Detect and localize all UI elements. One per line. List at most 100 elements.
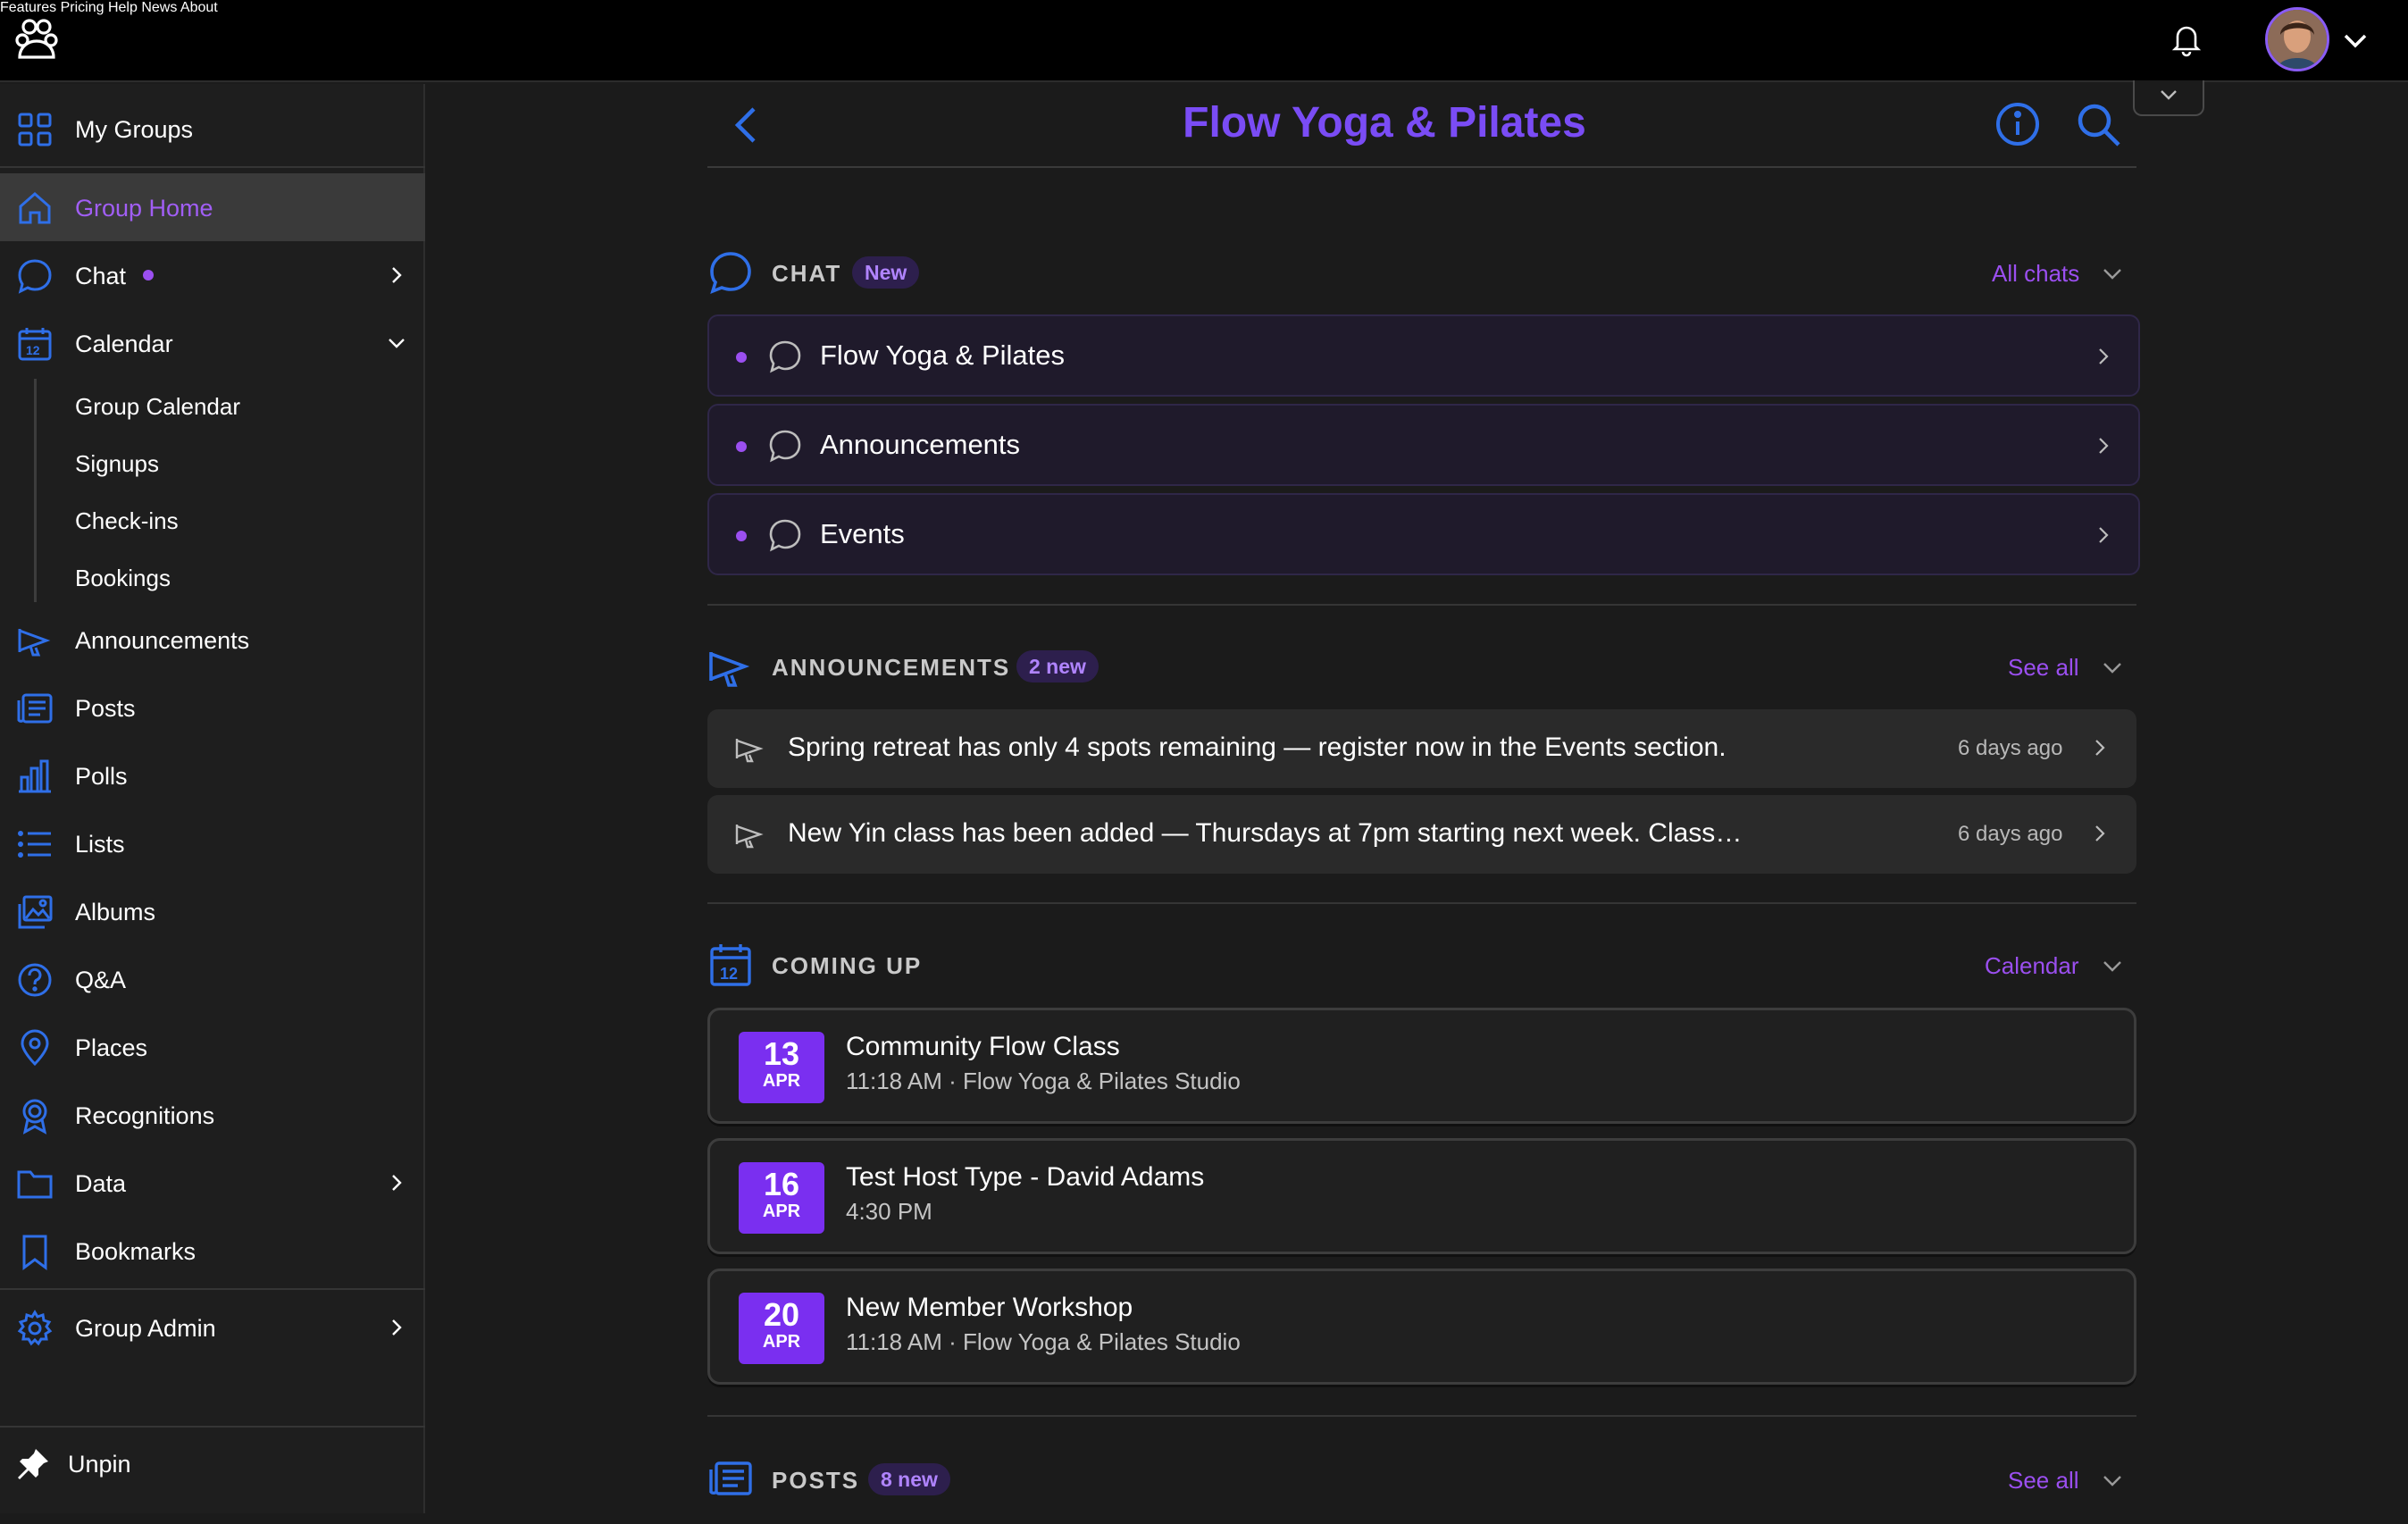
grid-icon <box>16 111 54 148</box>
section-title: POSTS <box>772 1467 860 1494</box>
nav-features-link[interactable]: Features <box>0 0 56 15</box>
announcement-time: 6 days ago <box>1958 822 2063 846</box>
sidebar-item-label: Data <box>75 1170 127 1197</box>
chat-item[interactable]: Events <box>707 493 2140 575</box>
nav-news-link[interactable]: News <box>141 0 177 15</box>
event-title: Test Host Type - David Adams <box>846 1162 1205 1192</box>
announcements-section-header: ANNOUNCEMENTS 2 new See all <box>707 640 2136 693</box>
section-title: COMING UP <box>772 952 923 979</box>
chevron-right-icon <box>386 1317 407 1338</box>
sidebar-item-group-admin[interactable]: Group Admin <box>0 1294 425 1361</box>
event-subtitle: 11:18 AM · Flow Yoga & Pilates Studio <box>846 1328 1241 1355</box>
sidebar-item-label: Calendar <box>75 331 173 357</box>
sidebar-item-bookmarks[interactable]: Bookmarks <box>0 1217 425 1285</box>
gear-icon <box>16 1310 54 1347</box>
section-title: ANNOUNCEMENTS <box>772 654 1011 681</box>
sidebar-divider <box>0 166 425 168</box>
info-icon[interactable] <box>1994 100 2042 148</box>
megaphone-icon <box>707 643 754 690</box>
chevron-down-icon[interactable] <box>2101 1470 2124 1490</box>
event-card[interactable]: 13 APR Community Flow Class 11:18 AM · F… <box>707 1008 2136 1124</box>
nav-pricing-link[interactable]: Pricing <box>61 0 105 15</box>
collapse-header-button[interactable] <box>2133 80 2204 116</box>
chat-bubble-icon <box>768 429 802 463</box>
unpin-button[interactable]: Unpin <box>0 1429 425 1497</box>
event-title: Community Flow Class <box>846 1032 1120 1061</box>
sidebar-item-label: Recognitions <box>75 1102 215 1129</box>
chevron-right-icon <box>2090 824 2110 843</box>
event-date-badge: 16 APR <box>739 1162 824 1234</box>
pin-icon <box>14 1445 52 1483</box>
sidebar-subitem-check-ins[interactable]: Check-ins <box>75 507 179 535</box>
chevron-down-icon[interactable] <box>2101 657 2124 677</box>
event-subtitle: 11:18 AM · Flow Yoga & Pilates Studio <box>846 1068 1241 1094</box>
sidebar-item-label: Albums <box>75 899 156 925</box>
sidebar-item-calendar[interactable]: 12 Calendar <box>0 309 425 377</box>
chevron-right-icon <box>386 264 407 286</box>
chevron-right-icon <box>2090 738 2110 758</box>
event-card[interactable]: 16 APR Test Host Type - David Adams 4:30… <box>707 1138 2136 1254</box>
see-all-posts-link[interactable]: See all <box>2008 1467 2079 1495</box>
chevron-down-icon[interactable] <box>2340 27 2370 54</box>
bar-chart-icon <box>16 758 54 795</box>
announcement-text: New Yin class has been added — Thursdays… <box>788 818 1743 848</box>
sidebar-item-label: Unpin <box>68 1451 131 1478</box>
announcement-item[interactable]: Spring retreat has only 4 spots remainin… <box>707 709 2136 788</box>
app-logo-icon[interactable] <box>13 16 61 64</box>
calendar-icon: 12 <box>707 942 754 988</box>
sidebar-item-places[interactable]: Places <box>0 1013 425 1081</box>
event-date-badge: 20 APR <box>739 1293 824 1364</box>
event-card[interactable]: 20 APR New Member Workshop 11:18 AM · Fl… <box>707 1269 2136 1385</box>
nav-help-link[interactable]: Help <box>108 0 138 15</box>
new-count-badge: 8 new <box>868 1463 950 1495</box>
sidebar-item-qa[interactable]: Q&A <box>0 945 425 1013</box>
sidebar-item-group-home[interactable]: Group Home <box>0 173 425 241</box>
chat-section-header: CHAT New All chats <box>707 246 2136 299</box>
chevron-right-icon <box>2094 436 2113 456</box>
nav-about-link[interactable]: About <box>180 0 218 15</box>
sidebar-item-polls[interactable]: Polls <box>0 741 425 809</box>
sidebar-item-chat[interactable]: Chat <box>0 241 425 309</box>
sidebar-item-label: My Groups <box>75 116 194 143</box>
sidebar-item-lists[interactable]: Lists <box>0 809 425 877</box>
bell-icon[interactable] <box>2167 20 2206 59</box>
event-date-badge: 13 APR <box>739 1032 824 1103</box>
sidebar-item-albums[interactable]: Albums <box>0 877 425 945</box>
event-day: 20 <box>763 1296 800 1333</box>
announcement-item[interactable]: New Yin class has been added — Thursdays… <box>707 795 2136 874</box>
avatar[interactable] <box>2265 7 2329 71</box>
sidebar-item-announcements[interactable]: Announcements <box>0 606 425 674</box>
top-bar: Features Pricing Help News About <box>0 0 2408 82</box>
sidebar-item-posts[interactable]: Posts <box>0 674 425 741</box>
sidebar-item-data[interactable]: Data <box>0 1149 425 1217</box>
section-title: CHAT <box>772 260 842 287</box>
chat-name: Flow Yoga & Pilates <box>820 339 1066 371</box>
sidebar-item-recognitions[interactable]: Recognitions <box>0 1081 425 1149</box>
back-button[interactable] <box>729 104 765 147</box>
sidebar-item-label: Group Admin <box>75 1315 216 1342</box>
event-day: 16 <box>763 1166 800 1202</box>
chevron-right-icon <box>2094 525 2113 545</box>
calendar-link[interactable]: Calendar <box>1985 952 2079 980</box>
new-count-badge: 2 new <box>1016 650 1099 682</box>
chevron-down-icon[interactable] <box>2101 264 2124 283</box>
sidebar-item-my-groups[interactable]: My Groups <box>0 95 425 163</box>
chat-item[interactable]: Flow Yoga & Pilates <box>707 314 2140 397</box>
chat-bubble-icon <box>768 518 802 552</box>
megaphone-icon <box>16 622 54 659</box>
chat-bubble-icon <box>16 257 54 295</box>
unread-dot <box>736 352 747 363</box>
chat-item[interactable]: Announcements <box>707 404 2140 486</box>
posts-section-header: POSTS 8 new See all <box>707 1453 2136 1506</box>
chevron-down-icon[interactable] <box>2101 956 2124 976</box>
sidebar-subitem-group-calendar[interactable]: Group Calendar <box>75 393 240 421</box>
sidebar-subitem-bookings[interactable]: Bookings <box>75 565 171 592</box>
see-all-announcements-link[interactable]: See all <box>2008 654 2079 682</box>
sidebar-item-label: Bookmarks <box>75 1238 196 1265</box>
search-icon[interactable] <box>2074 100 2122 148</box>
unread-dot <box>736 441 747 452</box>
all-chats-link[interactable]: All chats <box>1992 260 2079 288</box>
event-month: APR <box>762 1071 801 1091</box>
megaphone-icon <box>734 734 765 763</box>
sidebar-subitem-signups[interactable]: Signups <box>75 450 159 478</box>
